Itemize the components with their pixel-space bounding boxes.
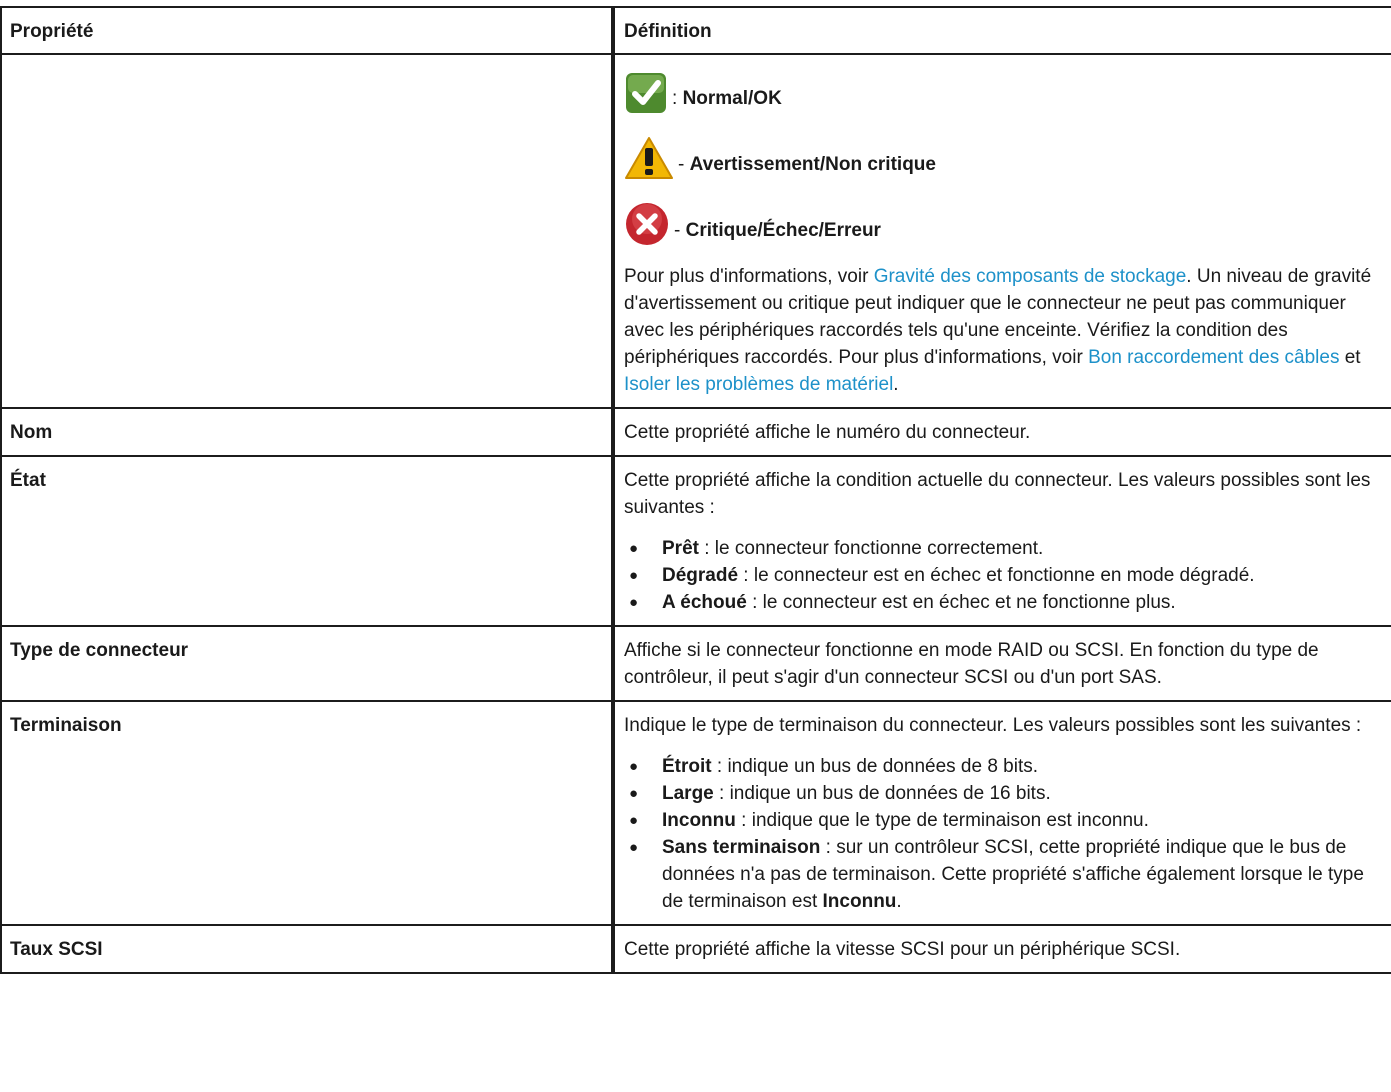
legend-label: Avertissement/Non critique	[689, 154, 936, 175]
link-cables[interactable]: Bon raccordement des câbles	[1088, 347, 1339, 368]
text: Pour plus d'informations, voir	[624, 266, 874, 287]
table-row: Taux SCSI Cette propriété affiche la vit…	[0, 924, 1391, 974]
list-item: ● Large : indique un bus de données de 16…	[624, 780, 1383, 807]
table-row: Terminaison Indique le type de terminais…	[0, 700, 1391, 926]
state-intro: Cette propriété affiche la condition act…	[624, 470, 1371, 518]
bullet: ●	[629, 567, 639, 584]
term: Sans terminaison	[662, 837, 821, 858]
property-table: Propriété Définition : Normal/OK - Avert…	[0, 6, 1391, 974]
list-item: ● Prêt : le connecteur fonctionne correct…	[624, 535, 1383, 562]
definition-cell-status: : Normal/OK - Avertissement/Non critique…	[611, 53, 1391, 409]
term: Large	[662, 783, 714, 804]
header-definition: Définition	[611, 6, 1391, 55]
term: Inconnu	[662, 810, 736, 831]
bullet: ●	[629, 785, 639, 802]
severity-paragraph: Pour plus d'informations, voir Gravité d…	[624, 263, 1383, 398]
text: et	[1339, 347, 1361, 368]
table-row: Nom Cette propriété affiche le numéro du…	[0, 407, 1391, 457]
list-item: ● Sans terminaison : sur un contrôleur SC…	[624, 834, 1383, 915]
term: Prêt	[662, 538, 699, 559]
desc: : le connecteur fonctionne correctement.	[698, 538, 1044, 559]
legend-error: - Critique/Échec/Erreur	[624, 197, 1383, 247]
bullet: ●	[629, 758, 639, 775]
definition-scsi-rate: Cette propriété affiche la vitesse SCSI …	[611, 924, 1391, 974]
table-row: État Cette propriété affiche la conditio…	[0, 455, 1391, 627]
desc: : le connecteur est en échec et fonction…	[738, 565, 1255, 586]
bullet: ●	[629, 540, 639, 557]
bullet: ●	[629, 812, 639, 829]
link-hardware[interactable]: Isoler les problèmes de matériel	[624, 374, 893, 395]
error-icon	[626, 203, 668, 245]
header-property: Propriété	[0, 6, 613, 55]
definition-termination: Indique le type de terminaison du connec…	[611, 700, 1391, 926]
table-header-row: Propriété Définition	[0, 6, 1391, 55]
legend-sep: :	[672, 88, 683, 109]
property-name: Nom	[0, 407, 613, 457]
legend-ok: : Normal/OK	[624, 65, 1383, 115]
property-cell-empty	[0, 53, 613, 409]
table-row: : Normal/OK - Avertissement/Non critique…	[0, 53, 1391, 409]
text: .	[893, 374, 899, 395]
list-item: ● Inconnu : indique que le type de termin…	[624, 807, 1383, 834]
property-termination: Terminaison	[0, 700, 613, 926]
legend-label: Normal/OK	[682, 88, 782, 109]
desc: : indique que le type de terminaison est…	[735, 810, 1149, 831]
term: Étroit	[662, 756, 712, 777]
definition-connector-type: Affiche si le connecteur fonctionne en m…	[611, 625, 1391, 702]
bullet: ●	[629, 594, 639, 611]
property-state: État	[0, 455, 613, 627]
termination-intro: Indique le type de terminaison du connec…	[624, 715, 1362, 736]
legend-sep: -	[674, 220, 686, 241]
state-list: ● Prêt : le connecteur fonctionne correct…	[624, 535, 1383, 616]
term-inline: Inconnu	[822, 891, 897, 912]
legend-sep: -	[678, 154, 690, 175]
warning-icon	[625, 137, 673, 179]
term: Dégradé	[662, 565, 739, 586]
definition-state: Cette propriété affiche la condition act…	[611, 455, 1391, 627]
property-connector-type: Type de connecteur	[0, 625, 613, 702]
list-item: ● A échoué : le connecteur est en échec e…	[624, 589, 1383, 616]
desc-end: .	[896, 891, 902, 912]
property-scsi-rate: Taux SCSI	[0, 924, 613, 974]
list-item: ● Dégradé : le connecteur est en échec et…	[624, 562, 1383, 589]
definition-name: Cette propriété affiche le numéro du con…	[611, 407, 1391, 457]
legend-label: Critique/Échec/Erreur	[685, 220, 881, 241]
term: A échoué	[662, 592, 747, 613]
check-icon	[626, 73, 666, 113]
bullet: ●	[629, 839, 639, 856]
list-item: ● Étroit : indique un bus de données de 8…	[624, 753, 1383, 780]
table-row: Type de connecteur Affiche si le connect…	[0, 625, 1391, 702]
desc: : indique un bus de données de 16 bits.	[713, 783, 1051, 804]
link-severity[interactable]: Gravité des composants de stockage	[874, 266, 1187, 287]
desc: : indique un bus de données de 8 bits.	[711, 756, 1039, 777]
legend-warning: - Avertissement/Non critique	[624, 131, 1383, 181]
desc: : le connecteur est en échec et ne fonct…	[746, 592, 1176, 613]
termination-list: ● Étroit : indique un bus de données de 8…	[624, 753, 1383, 915]
